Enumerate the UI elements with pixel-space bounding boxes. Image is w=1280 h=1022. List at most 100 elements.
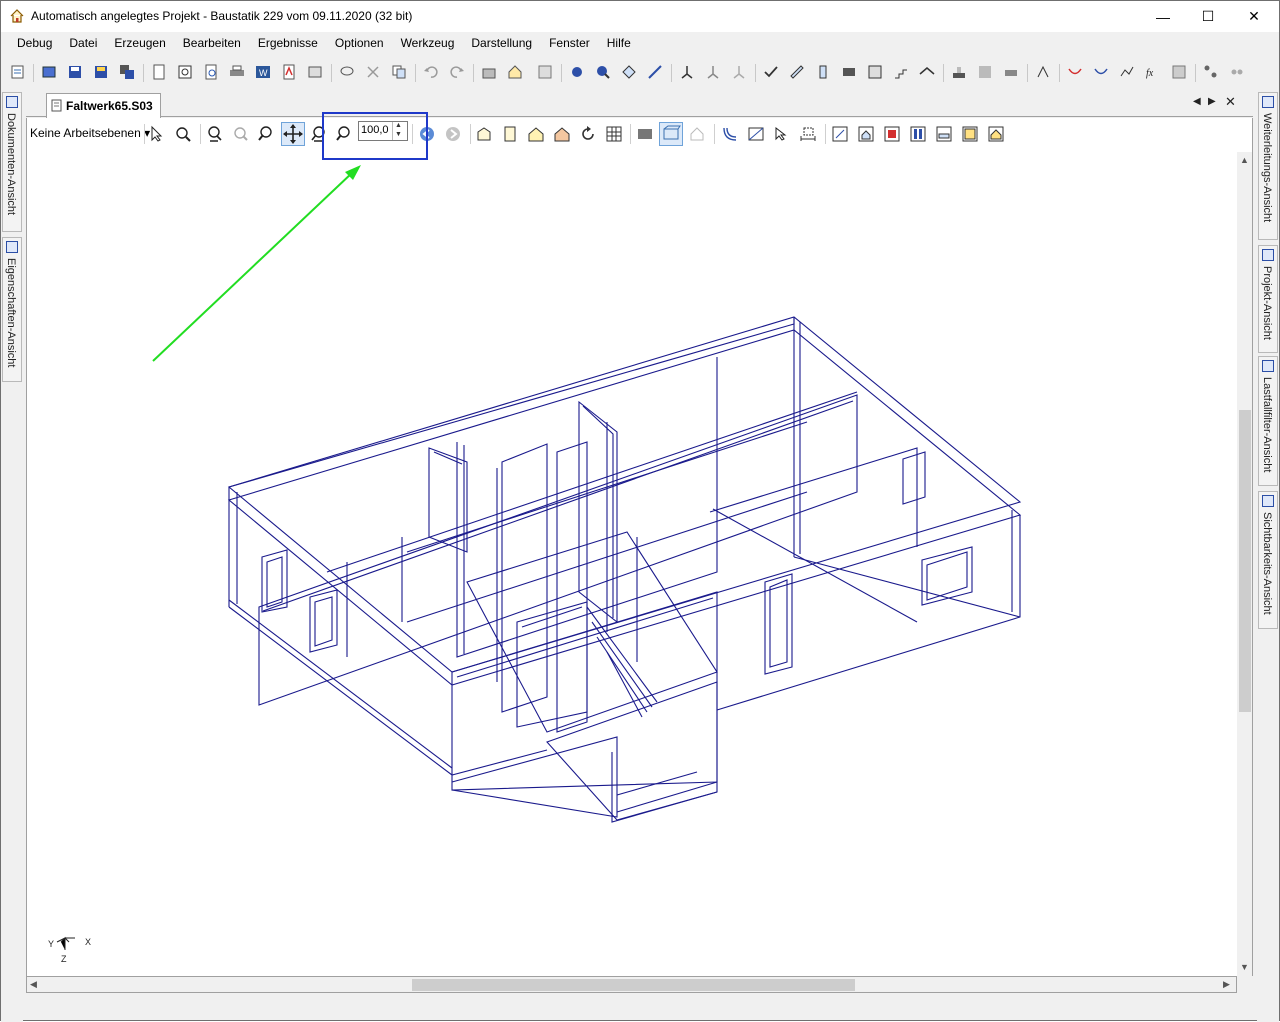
zoom-icon[interactable]: [257, 125, 275, 143]
render-mode-icon[interactable]: [636, 125, 654, 143]
copy-icon[interactable]: [391, 64, 407, 80]
select-cursor-icon[interactable]: [148, 125, 166, 143]
print-icon[interactable]: [229, 64, 245, 80]
navigate-forward-icon[interactable]: [444, 125, 462, 143]
view-home-icon[interactable]: [987, 125, 1005, 143]
undo-icon[interactable]: [423, 64, 439, 80]
document-icon[interactable]: [151, 64, 167, 80]
wall-icon[interactable]: [867, 64, 883, 80]
view-right-icon[interactable]: [935, 125, 953, 143]
zoom-fit-icon[interactable]: [206, 125, 224, 143]
table-icon[interactable]: [1171, 64, 1187, 80]
wireframe-building-model[interactable]: [27, 152, 1238, 976]
view-iso-icon[interactable]: [475, 125, 493, 143]
zoom-window-icon[interactable]: [232, 125, 250, 143]
view-house-side-icon[interactable]: [553, 125, 571, 143]
vertical-scrollbar[interactable]: ▲ ▼: [1237, 152, 1253, 976]
hidden-lines-icon[interactable]: [688, 125, 706, 143]
close-window-button[interactable]: ✕: [1231, 1, 1277, 32]
menu-optionen[interactable]: Optionen: [327, 33, 393, 55]
menu-ergebnisse[interactable]: Ergebnisse: [250, 33, 327, 55]
tab-weiterleitungs-ansicht[interactable]: Weiterleitungs-Ansicht: [1258, 92, 1278, 240]
roof-icon[interactable]: [919, 64, 935, 80]
model-canvas[interactable]: [26, 152, 1237, 976]
nodes-icon[interactable]: [1203, 64, 1219, 80]
view-house-icon[interactable]: [527, 125, 545, 143]
menu-debug[interactable]: Debug: [1, 33, 61, 55]
dimension-icon[interactable]: [799, 125, 817, 143]
horizontal-scrollbar[interactable]: ◀ ▶: [26, 976, 1237, 993]
view-bottom-icon[interactable]: [961, 125, 979, 143]
select-elements-icon[interactable]: [773, 125, 791, 143]
menu-hilfe[interactable]: Hilfe: [599, 33, 640, 55]
maximize-button[interactable]: ☐: [1185, 1, 1231, 32]
slab-icon[interactable]: [841, 64, 857, 80]
export-icon[interactable]: [307, 64, 323, 80]
beam-icon[interactable]: [789, 64, 805, 80]
connection-icon[interactable]: [1003, 64, 1019, 80]
redo-icon[interactable]: [449, 64, 465, 80]
document-tab[interactable]: Faltwerk65.S03: [46, 93, 161, 118]
formula-icon[interactable]: fx: [1145, 64, 1161, 80]
building-dropdown-icon[interactable]: [507, 64, 523, 80]
calculate-icon[interactable]: [1035, 64, 1051, 80]
view-front-icon[interactable]: [501, 125, 519, 143]
curves-icon[interactable]: [721, 125, 739, 143]
view-top-icon[interactable]: [831, 125, 849, 143]
reinforcement-icon[interactable]: [977, 64, 993, 80]
delete-icon[interactable]: [365, 64, 381, 80]
column-icon[interactable]: [815, 64, 831, 80]
grid-icon[interactable]: [605, 125, 623, 143]
menu-fenster[interactable]: Fenster: [541, 33, 599, 55]
save-icon[interactable]: [67, 64, 83, 80]
member-icon[interactable]: [621, 64, 637, 80]
foundation-icon[interactable]: [951, 64, 967, 80]
wireframe-toggle-button[interactable]: [659, 122, 683, 146]
tab-projekt-ansicht[interactable]: Projekt-Ansicht: [1258, 245, 1278, 353]
node-search-icon[interactable]: [595, 64, 611, 80]
refresh-icon[interactable]: [579, 125, 597, 143]
tab-prev-button[interactable]: ◀: [1193, 96, 1201, 107]
rotate-zoom-icon[interactable]: [174, 125, 192, 143]
support-icon[interactable]: [679, 64, 695, 80]
tab-eigenschaften-ansicht[interactable]: Eigenschaften-Ansicht: [2, 237, 22, 382]
new-project-icon[interactable]: [10, 64, 26, 80]
transfer-icon[interactable]: [537, 64, 553, 80]
save-all-icon[interactable]: [119, 64, 135, 80]
menu-werkzeug[interactable]: Werkzeug: [393, 33, 464, 55]
stair-icon[interactable]: [893, 64, 909, 80]
tab-dokumenten-ansicht[interactable]: Dokumenten-Ansicht: [2, 92, 22, 232]
horizontal-scroll-thumb[interactable]: [412, 979, 855, 991]
minimize-button[interactable]: —: [1140, 1, 1186, 32]
moment-icon[interactable]: [1093, 64, 1109, 80]
preview-icon[interactable]: [177, 64, 193, 80]
scroll-up-icon[interactable]: ▲: [1240, 155, 1249, 165]
results-icon[interactable]: [1119, 64, 1135, 80]
deformation-icon[interactable]: [1067, 64, 1083, 80]
tab-lastfallfilter-ansicht[interactable]: Lastfallfilter-Ansicht: [1258, 356, 1278, 486]
view-left-icon[interactable]: [909, 125, 927, 143]
scroll-right-icon[interactable]: ▶: [1223, 979, 1230, 990]
options-icon[interactable]: [1229, 64, 1245, 80]
structure-icon[interactable]: [481, 64, 497, 80]
menu-erzeugen[interactable]: Erzeugen: [106, 33, 174, 55]
section-icon[interactable]: [747, 125, 765, 143]
view-back-icon[interactable]: [883, 125, 901, 143]
scroll-left-icon[interactable]: ◀: [30, 979, 37, 990]
view-front-house-icon[interactable]: [857, 125, 875, 143]
menu-datei[interactable]: Datei: [61, 33, 106, 55]
menu-bearbeiten[interactable]: Bearbeiten: [175, 33, 250, 55]
vertical-scroll-thumb[interactable]: [1239, 410, 1251, 712]
load-case-icon[interactable]: [731, 64, 747, 80]
tab-close-button[interactable]: ✕: [1225, 94, 1236, 110]
print-preview-icon[interactable]: [203, 64, 219, 80]
tab-next-button[interactable]: ▶: [1208, 96, 1216, 107]
sphere-icon[interactable]: [569, 64, 585, 80]
scroll-down-icon[interactable]: ▼: [1240, 962, 1249, 972]
save-as-icon[interactable]: [93, 64, 109, 80]
pan-button[interactable]: [281, 122, 305, 146]
word-export-icon[interactable]: W: [255, 64, 271, 80]
check-icon[interactable]: [763, 64, 779, 80]
measure-icon[interactable]: [647, 64, 663, 80]
load-icon[interactable]: [705, 64, 721, 80]
